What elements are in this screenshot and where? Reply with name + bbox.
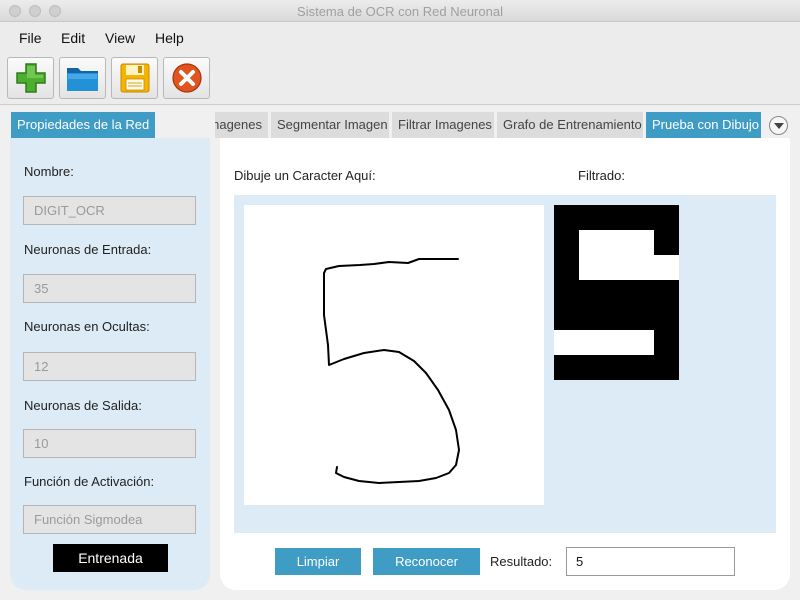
- menu-view[interactable]: View: [105, 30, 135, 46]
- save-icon: [120, 63, 149, 93]
- filtered-cell: [629, 330, 655, 356]
- filtered-cell: [604, 355, 630, 381]
- filtered-cell: [629, 355, 655, 381]
- exit-button[interactable]: [163, 57, 210, 99]
- title-bar: Sistema de OCR con Red Neuronal: [0, 0, 800, 22]
- filtered-cell: [654, 230, 680, 256]
- name-field[interactable]: DIGIT_OCR: [23, 196, 196, 225]
- filtered-cell: [654, 280, 680, 306]
- toolbar: [0, 51, 800, 105]
- clear-button[interactable]: Limpiar: [275, 548, 361, 575]
- menu-file[interactable]: File: [19, 30, 42, 46]
- close-icon: [171, 63, 202, 93]
- menu-bar: File Edit View Help: [0, 23, 800, 51]
- filtered-cell: [654, 305, 680, 331]
- filtered-cell: [554, 205, 580, 231]
- recognize-button[interactable]: Reconocer: [373, 548, 480, 575]
- tab-imagenes[interactable]: Imagenes: [215, 112, 269, 138]
- filtered-cell: [579, 330, 605, 356]
- menu-help[interactable]: Help: [155, 30, 184, 46]
- filtered-cell: [604, 255, 630, 281]
- tab-prueba-dibujo[interactable]: Prueba con Dibujo: [646, 112, 762, 138]
- filtered-cell: [579, 230, 605, 256]
- filtered-cell: [604, 230, 630, 256]
- tab-grafo-entrenamiento[interactable]: Grafo de Entrenamiento: [497, 112, 644, 138]
- filtered-preview: [554, 205, 680, 381]
- filtered-cell: [579, 280, 605, 306]
- filtered-cell: [554, 280, 580, 306]
- hidden-neurons-label: Neuronas en Ocultas:: [24, 319, 150, 334]
- filtered-cell: [654, 355, 680, 381]
- draw-label: Dibuje un Caracter Aquí:: [234, 168, 376, 183]
- filtered-cell: [554, 330, 580, 356]
- drawn-digit-stroke: [323, 258, 460, 484]
- folder-icon: [66, 68, 98, 91]
- filtered-cell: [629, 305, 655, 331]
- filtered-cell: [579, 355, 605, 381]
- activation-label: Función de Activación:: [24, 474, 155, 489]
- new-button[interactable]: [7, 57, 54, 99]
- tab-propiedades-red[interactable]: Propiedades de la Red: [11, 112, 156, 138]
- filtered-cell: [554, 355, 580, 381]
- filtered-cell: [604, 205, 630, 231]
- window-title: Sistema de OCR con Red Neuronal: [297, 4, 503, 19]
- hidden-neurons-field[interactable]: 12: [23, 352, 196, 381]
- name-label: Nombre:: [24, 164, 74, 179]
- filtered-cell: [629, 255, 655, 281]
- activation-field[interactable]: Función Sigmodea: [23, 505, 196, 534]
- tab-segmentar-imagen[interactable]: Segmentar Imagen: [271, 112, 390, 138]
- filtered-cell: [654, 205, 680, 231]
- result-field[interactable]: 5: [566, 547, 735, 576]
- filtered-cell: [604, 330, 630, 356]
- filtered-cell: [604, 305, 630, 331]
- filtered-cell: [554, 255, 580, 281]
- filtered-cell: [554, 305, 580, 331]
- save-button[interactable]: [111, 57, 158, 99]
- add-icon: [15, 63, 46, 93]
- input-neurons-label: Neuronas de Entrada:: [24, 242, 152, 257]
- status-badge: Entrenada: [53, 544, 168, 572]
- filtered-cell: [554, 230, 580, 256]
- filtered-grid: [554, 205, 680, 381]
- chevron-down-icon: [773, 122, 784, 129]
- filtered-cell: [629, 280, 655, 306]
- filtered-cell: [604, 280, 630, 306]
- filtered-cell: [579, 255, 605, 281]
- filtered-cell: [654, 330, 680, 356]
- result-label: Resultado:: [490, 554, 553, 569]
- filtered-cell: [654, 255, 680, 281]
- open-button[interactable]: [59, 57, 106, 99]
- drawing-canvas[interactable]: [244, 205, 544, 505]
- filtered-cell: [629, 205, 655, 231]
- filtered-cell: [579, 305, 605, 331]
- tabs-overflow-button[interactable]: [769, 116, 788, 135]
- filtered-cell: [629, 230, 655, 256]
- filtered-label: Filtrado:: [578, 168, 625, 183]
- input-neurons-field[interactable]: 35: [23, 274, 196, 303]
- output-neurons-field[interactable]: 10: [23, 429, 196, 458]
- menu-edit[interactable]: Edit: [61, 30, 85, 46]
- filtered-cell: [579, 205, 605, 231]
- tab-filtrar-imagenes[interactable]: Filtrar Imagenes: [392, 112, 495, 138]
- output-neurons-label: Neuronas de Salida:: [24, 398, 142, 413]
